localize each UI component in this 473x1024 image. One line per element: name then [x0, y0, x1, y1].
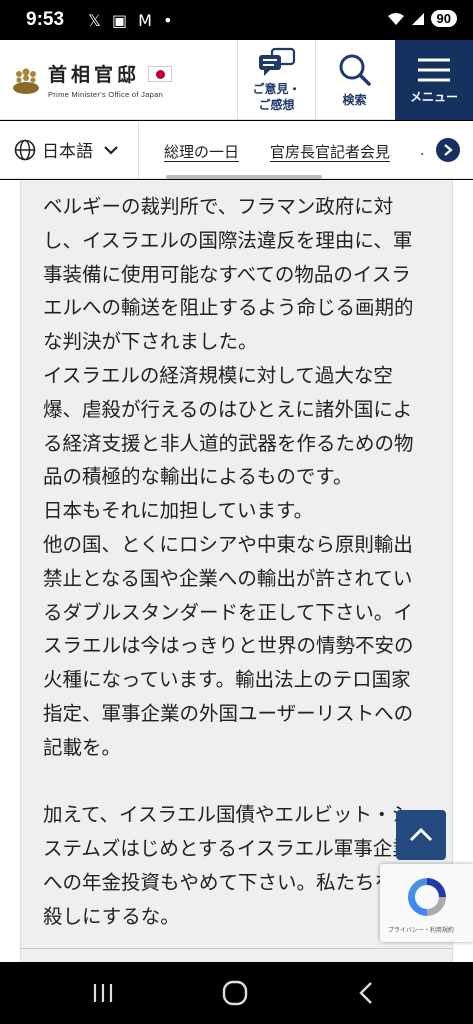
recent-apps-icon[interactable] [92, 982, 114, 1004]
speech-bubbles-icon [258, 47, 295, 76]
site-logo[interactable]: 首相官邸 Prime Minister's Office of Japan [10, 60, 173, 99]
divider [20, 948, 453, 949]
paulownia-emblem-icon [13, 68, 39, 94]
wifi-icon [387, 12, 404, 25]
opinion-button[interactable]: ご意見・ ご感想 [237, 40, 315, 120]
chevron-right-icon [444, 144, 453, 156]
sub-navigation: 日本語 総理の一日 官房長官記者会見 . [0, 121, 473, 179]
language-selector[interactable]: 日本語 [14, 137, 119, 162]
site-header: 首相官邸 Prime Minister's Office of Japan ご意… [0, 40, 473, 120]
hamburger-icon [418, 58, 450, 81]
recaptcha-footer[interactable]: プライバシー・利用規約 [388, 925, 454, 934]
comment-paragraph: 加えて、イスラエル国債やエルビット・システムズはじめとするイスラエル軍事企業への… [43, 803, 414, 928]
comment-paragraph: イスラエルの経済規模に対して過大な空爆、虐殺が行えるのはひとえに諸外国による経済… [43, 363, 414, 489]
nav-scroll-indicator [166, 175, 322, 179]
home-icon[interactable] [222, 980, 248, 1006]
nav-scroll-right-button[interactable] [436, 138, 460, 162]
divider [138, 121, 139, 179]
japan-flag-icon [148, 65, 173, 82]
battery-indicator: 90 [430, 10, 457, 27]
status-bar: 9:53 𝕏 ▣ M • 90 [0, 0, 473, 40]
logo-title: 首相官邸 [48, 64, 141, 86]
status-time: 9:53 [26, 9, 65, 30]
recaptcha-icon [408, 878, 446, 916]
chevron-down-icon [104, 145, 118, 155]
system-navigation-bar [0, 962, 473, 1024]
menu-button[interactable]: メニュー [395, 40, 473, 120]
search-icon [339, 54, 371, 86]
logo-subtitle: Prime Minister's Office of Japan [48, 90, 164, 99]
comment-text: ベルギーの裁判所で、フラマン政府に対し、イスラエルの国際法違反を理由に、軍事装備… [43, 190, 428, 934]
comment-paragraph: 他の国、とくにロシアや中東なら原則輸出禁止となる国や企業への輸出が許されているダ… [43, 532, 414, 759]
search-label: 検索 [342, 92, 367, 107]
menu-label: メニュー [409, 89, 458, 104]
signal-icon [411, 12, 424, 25]
opinion-label-line1: ご意見・ [252, 82, 301, 96]
comment-paragraph: ベルギーの裁判所で、フラマン政府に対し、イスラエルの国際法違反を理由に、軍事装備… [43, 195, 414, 354]
language-label: 日本語 [42, 142, 93, 162]
notification-icons: 𝕏 ▣ M • [88, 11, 176, 30]
search-button[interactable]: 検索 [315, 40, 393, 120]
recaptcha-badge[interactable]: プライバシー・利用規約 [380, 864, 473, 942]
globe-icon [14, 139, 36, 160]
back-icon[interactable] [358, 981, 374, 1005]
nav-more-text: . [420, 143, 425, 159]
chevron-up-icon [409, 827, 433, 842]
comment-paragraph: 日本もそれに加担しています。 [43, 499, 314, 523]
nav-link-prime-minister-day[interactable]: 総理の一日 [164, 141, 239, 162]
status-icons-right: 90 [387, 10, 457, 27]
scroll-to-top-button[interactable] [396, 810, 446, 860]
nav-link-press-conference[interactable]: 官房長官記者会見 [270, 141, 390, 162]
opinion-label-line2: ご感想 [258, 98, 295, 112]
